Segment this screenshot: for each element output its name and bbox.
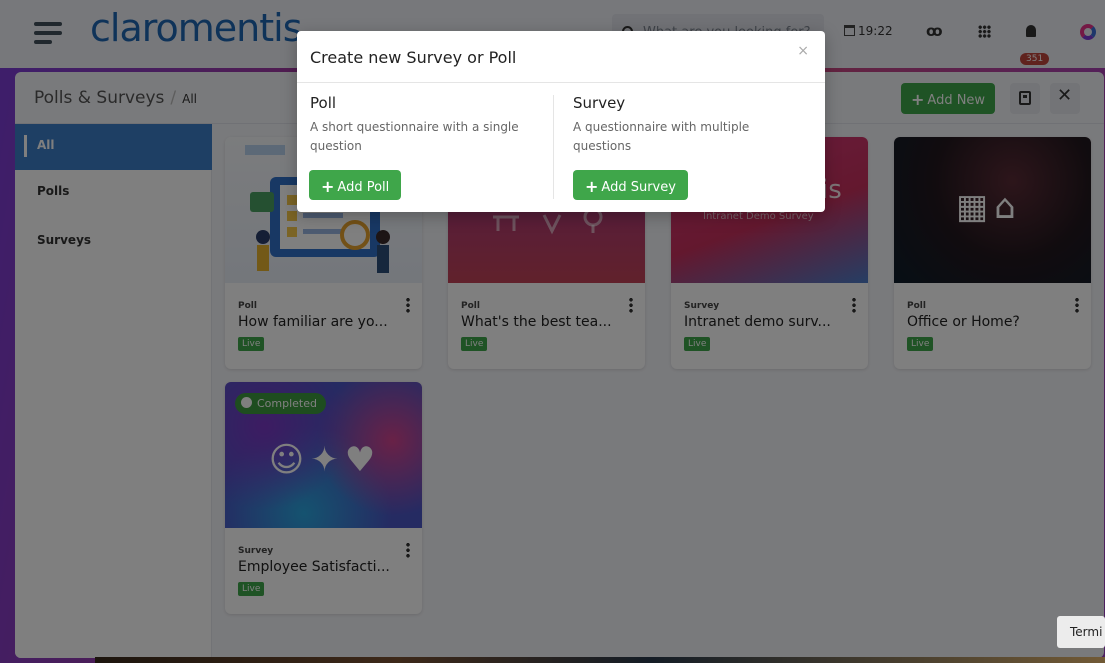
add-poll-button[interactable]: + Add Poll bbox=[309, 170, 402, 200]
modal-title: Create new Survey or Poll bbox=[310, 48, 517, 67]
divider bbox=[297, 82, 825, 83]
poll-heading: Poll bbox=[310, 94, 337, 112]
tooltip: Termi bbox=[1057, 616, 1105, 648]
survey-heading: Survey bbox=[573, 94, 626, 112]
add-poll-label: Add Poll bbox=[337, 180, 390, 195]
plus-icon: + bbox=[321, 177, 335, 196]
poll-option: Poll A short questionnaire with a single… bbox=[310, 94, 545, 156]
plus-icon: + bbox=[585, 177, 599, 196]
divider bbox=[553, 95, 554, 199]
add-survey-button[interactable]: + Add Survey bbox=[573, 170, 688, 200]
close-icon[interactable]: × bbox=[797, 43, 809, 59]
survey-option: Survey A questionnaire with multiple que… bbox=[573, 94, 808, 156]
survey-description: A questionnaire with multiple questions bbox=[573, 120, 750, 153]
poll-description: A short questionnaire with a single ques… bbox=[310, 120, 519, 153]
create-survey-poll-modal: Create new Survey or Poll × Poll A short… bbox=[297, 31, 825, 212]
add-survey-label: Add Survey bbox=[601, 180, 676, 195]
